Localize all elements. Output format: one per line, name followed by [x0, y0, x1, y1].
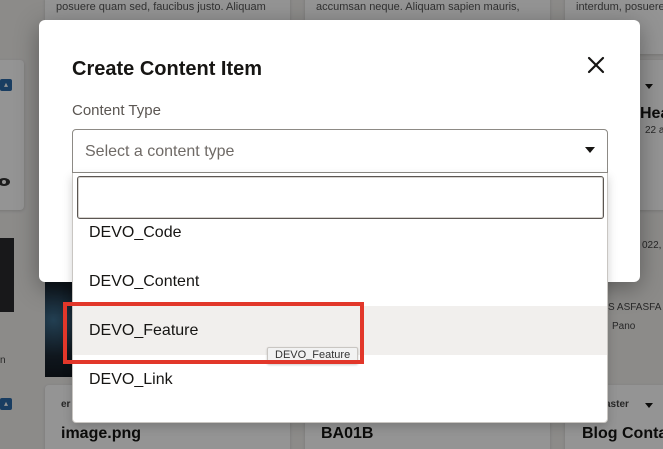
content-type-label: Content Type — [72, 102, 161, 119]
dialog-title: Create Content Item — [72, 58, 263, 80]
close-icon[interactable] — [585, 54, 607, 76]
caret-down-icon[interactable] — [585, 147, 595, 153]
dropdown-option-partial[interactable]: DEVO_L... — [73, 404, 607, 422]
option-tooltip: DEVO_Feature — [267, 347, 359, 364]
select-placeholder: Select a content type — [85, 143, 235, 160]
close-button[interactable] — [585, 54, 607, 76]
content-type-dropdown: DEVO_Code DEVO_Content DEVO_Feature DEVO… — [72, 173, 608, 423]
dropdown-option[interactable]: DEVO_Content — [73, 257, 607, 306]
content-type-select[interactable]: Select a content type — [72, 129, 608, 173]
dropdown-option[interactable]: DEVO_Code — [73, 208, 607, 257]
